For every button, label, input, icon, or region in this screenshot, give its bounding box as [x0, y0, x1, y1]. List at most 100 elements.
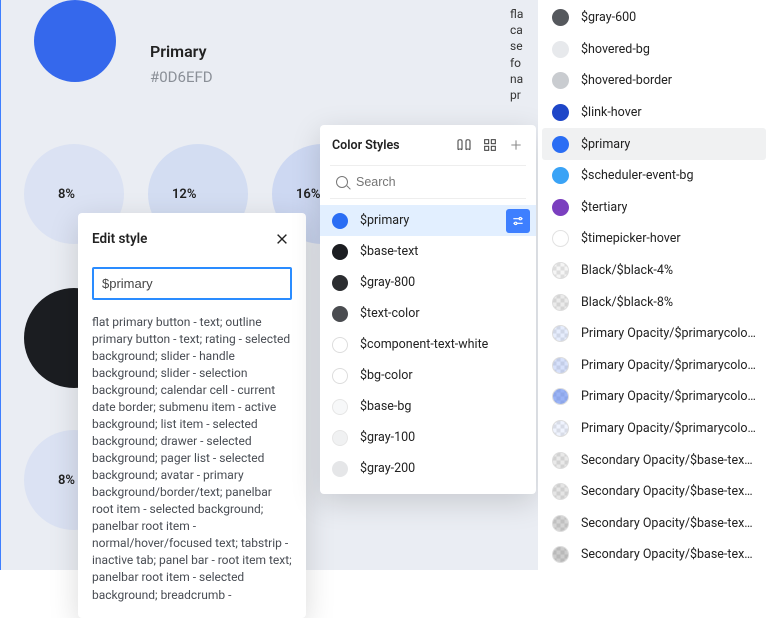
color-style-row[interactable]: $component-text-white [320, 329, 536, 360]
color-style-label: $gray-200 [360, 461, 415, 476]
color-list-label: Primary Opacity/$primarycolor-5... [581, 389, 756, 404]
color-swatch-icon [552, 483, 569, 500]
color-list-label: $scheduler-event-bg [581, 168, 693, 183]
color-list-label: Primary Opacity/$primarycolor-2... [581, 358, 756, 373]
style-description: flat primary button - text; outline prim… [92, 314, 292, 604]
adjust-button[interactable] [506, 209, 530, 233]
color-swatch-icon [552, 420, 569, 437]
color-list-label: Primary Opacity/$primarycolor-1... [581, 326, 756, 341]
color-swatch-icon [332, 306, 348, 322]
color-list-row[interactable]: $timepicker-hover [538, 223, 770, 255]
color-swatch-icon [552, 357, 569, 374]
color-swatch-icon [552, 136, 569, 153]
color-list-label: $timepicker-hover [581, 231, 681, 246]
color-list-label: $tertiary [581, 200, 627, 215]
color-list-label: Black/$black-4% [581, 263, 673, 278]
color-list-row[interactable]: $hovered-bg [538, 34, 770, 66]
color-swatch-icon [552, 294, 569, 311]
color-swatch-icon [552, 452, 569, 469]
color-style-label: $text-color [360, 306, 420, 321]
color-swatch-icon [552, 167, 569, 184]
color-list-label: Secondary Opacity/$base-text-1... [581, 453, 756, 468]
truncated-text-block: flacasefonapr [510, 6, 540, 103]
color-list-row[interactable]: Primary Opacity/$primarycolor-1... [538, 318, 770, 350]
color-swatch-icon [552, 388, 569, 405]
opacity-label: 8% [58, 187, 75, 202]
color-swatch-icon [552, 199, 569, 216]
color-swatch-icon [332, 337, 348, 353]
color-swatch-icon [552, 9, 569, 26]
style-name-input[interactable] [92, 267, 292, 300]
color-list-row[interactable]: Secondary Opacity/$base-text-1... [538, 476, 770, 508]
color-list-row[interactable]: $tertiary [538, 192, 770, 224]
color-style-row[interactable]: $base-bg [320, 391, 536, 422]
color-style-label: $bg-color [360, 368, 413, 383]
opacity-label: 12% [172, 187, 196, 202]
color-swatch-icon [332, 399, 348, 415]
color-swatch-icon [552, 230, 569, 247]
color-style-row[interactable]: $primary [320, 205, 536, 236]
color-style-row[interactable]: $gray-800 [320, 267, 536, 298]
color-list-row[interactable]: Black/$black-4% [538, 255, 770, 287]
color-list-row[interactable]: $gray-600 [538, 2, 770, 34]
color-list-row[interactable]: Primary Opacity/$primarycolor-5... [538, 381, 770, 413]
color-style-row[interactable]: $bg-color [320, 360, 536, 391]
color-list-label: Secondary Opacity/$base-text-2... [581, 547, 756, 562]
color-list-row[interactable]: Secondary Opacity/$base-text-2... [538, 539, 770, 571]
color-list-row[interactable]: Secondary Opacity/$base-text-2... [538, 508, 770, 540]
color-style-row[interactable]: $base-text [320, 236, 536, 267]
selection-guide-line [0, 0, 1, 570]
color-swatch-icon [332, 275, 348, 291]
color-list-row[interactable]: $primary [542, 128, 766, 160]
swatch-name: Primary [150, 42, 207, 61]
sliders-icon [511, 214, 525, 228]
opacity-label: 16% [296, 187, 320, 202]
color-style-label: $gray-100 [360, 430, 415, 445]
color-style-row[interactable]: $text-color [320, 298, 536, 329]
color-swatch-icon [332, 368, 348, 384]
color-list-row[interactable]: $hovered-border [538, 65, 770, 97]
color-style-label: $base-text [360, 244, 418, 259]
close-icon [275, 232, 289, 246]
opacity-label: 8% [58, 473, 75, 488]
color-style-label: $component-text-white [360, 337, 488, 352]
color-swatch-icon [552, 325, 569, 342]
color-list-panel: $gray-600 $hovered-bg $hovered-border $link… [538, 0, 770, 570]
color-list-row[interactable]: Primary Opacity/$primarycolor-8% [538, 413, 770, 445]
edit-style-modal: Edit style flat primary button - text; o… [78, 213, 306, 618]
color-style-row[interactable]: $gray-100 [320, 422, 536, 453]
library-icon[interactable] [456, 137, 472, 153]
color-list-row[interactable]: Primary Opacity/$primarycolor-2... [538, 350, 770, 382]
color-style-row[interactable]: $gray-200 [320, 453, 536, 484]
color-swatch-icon [552, 546, 569, 563]
color-swatch-icon [332, 430, 348, 446]
color-swatch-icon [552, 72, 569, 89]
color-swatch-icon [332, 461, 348, 477]
color-list-row[interactable]: $scheduler-event-bg [538, 160, 770, 192]
color-style-label: $base-bg [360, 399, 411, 414]
color-swatch-icon [552, 262, 569, 279]
search-icon [336, 176, 348, 188]
color-list-row[interactable]: $link-hover [538, 97, 770, 129]
color-style-label: $gray-800 [360, 275, 415, 290]
color-list-label: $gray-600 [581, 10, 636, 25]
color-list-label: Secondary Opacity/$base-text-1... [581, 484, 756, 499]
color-swatch-icon [552, 515, 569, 532]
grid-icon[interactable] [482, 137, 498, 153]
search-input[interactable] [330, 165, 526, 199]
plus-icon[interactable] [508, 137, 524, 153]
color-list-label: $hovered-border [581, 73, 672, 88]
color-list-row[interactable]: Secondary Opacity/$base-text-1... [538, 444, 770, 476]
color-styles-panel: Color Styles $primary $base-text $gray-800… [320, 125, 536, 494]
swatch-hex: #0D6EFD [150, 68, 213, 86]
modal-title: Edit style [92, 231, 147, 247]
color-list-label: $link-hover [581, 105, 642, 120]
close-button[interactable] [272, 229, 292, 249]
color-style-label: $primary [360, 213, 409, 228]
color-list-label: $hovered-bg [581, 42, 650, 57]
panel-title: Color Styles [332, 138, 400, 153]
color-list-row[interactable]: Black/$black-8% [538, 286, 770, 318]
color-swatch-icon [552, 41, 569, 58]
color-swatch-icon [332, 213, 348, 229]
color-swatch-icon [552, 104, 569, 121]
